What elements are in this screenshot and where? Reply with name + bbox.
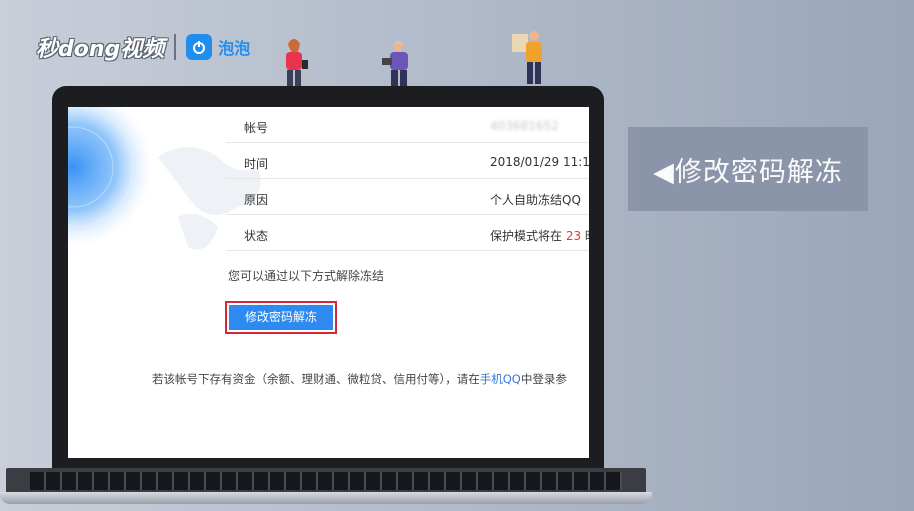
laptop-front-edge bbox=[0, 492, 652, 504]
brand-bar: 秒dong视频 泡泡 bbox=[36, 30, 250, 64]
status-suffix: 时 bbox=[581, 229, 589, 243]
time-value: 2018/01/29 11:1 bbox=[490, 155, 589, 169]
funds-note-suffix: 中登录参 bbox=[520, 372, 567, 386]
man-with-tablet-illustration bbox=[382, 41, 408, 86]
mobile-qq-link[interactable]: 手机QQ bbox=[480, 372, 521, 386]
funds-note: 若该帐号下存有资金（余额、理财通、微粒贷、信用付等），请在手机QQ中登录参 bbox=[152, 371, 567, 387]
reason-value: 个人自助冻结QQ bbox=[490, 193, 581, 207]
status-value: 保护模式将在 23 时 bbox=[490, 227, 589, 244]
brand-divider bbox=[174, 34, 177, 60]
caption-text: ◀修改密码解冻 bbox=[653, 156, 843, 188]
caption-box: ◀修改密码解冻 bbox=[628, 127, 868, 211]
account-label: 帐号 bbox=[244, 121, 269, 135]
info-row-status: 状态 保护模式将在 23 时 bbox=[226, 215, 589, 251]
laptop-deck bbox=[6, 468, 646, 492]
change-password-unfreeze-button[interactable]: 修改密码解冻 bbox=[229, 305, 333, 330]
time-label: 时间 bbox=[244, 157, 269, 171]
status-label: 状态 bbox=[244, 229, 269, 243]
funds-note-prefix: 若该帐号下存有资金（余额、理财通、微粒贷、信用付等），请在 bbox=[152, 372, 480, 386]
laptop-screen: 帐号 403681652 时间 2018/01/29 11:1 原因 个人自助冻… bbox=[68, 107, 589, 458]
keyboard bbox=[30, 472, 622, 490]
info-row-time: 时间 2018/01/29 11:1 bbox=[226, 143, 589, 179]
reason-label: 原因 bbox=[244, 193, 269, 207]
man-carrying-box-illustration bbox=[512, 31, 542, 84]
laptop-base bbox=[0, 468, 652, 508]
unfreeze-button-highlight: 修改密码解冻 bbox=[225, 301, 337, 334]
account-value: 403681652 bbox=[490, 119, 559, 133]
account-info-table: 帐号 403681652 时间 2018/01/29 11:1 原因 个人自助冻… bbox=[226, 107, 589, 251]
status-prefix: 保护模式将在 bbox=[490, 229, 566, 243]
info-row-reason: 原因 个人自助冻结QQ bbox=[226, 179, 589, 215]
paopao-power-icon bbox=[186, 34, 213, 60]
paopao-logo-text: 泡泡 bbox=[218, 39, 251, 58]
status-hours: 23 bbox=[565, 229, 582, 243]
woman-with-phone-illustration bbox=[286, 39, 308, 86]
unfreeze-hint: 您可以通过以下方式解除冻结 bbox=[228, 269, 385, 283]
info-row-account: 帐号 403681652 bbox=[226, 107, 589, 143]
miaodong-logo: 秒dong视频 bbox=[36, 37, 165, 62]
